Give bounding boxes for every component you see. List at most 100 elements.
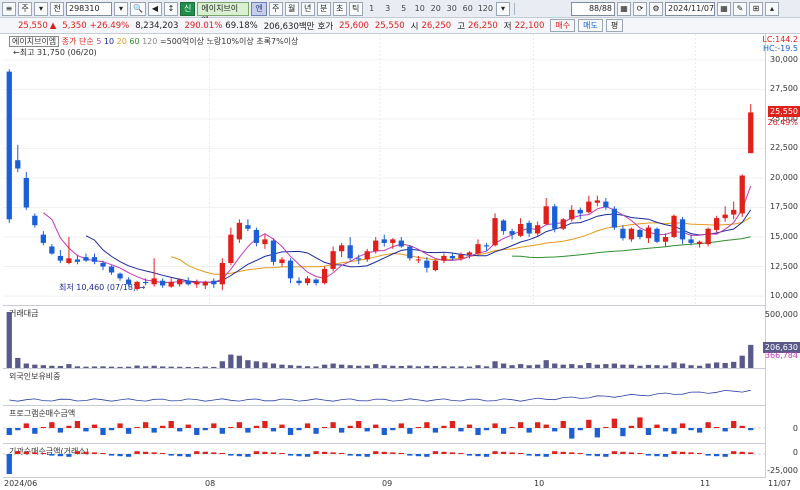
candle	[287, 258, 294, 284]
x-label-aug: 08	[205, 479, 216, 488]
candle-body	[381, 239, 387, 243]
volume-bar	[739, 355, 745, 368]
volume-bar	[671, 362, 677, 368]
period-button-minute[interactable]: 분	[316, 1, 331, 16]
price-tick-label: 12,500	[770, 261, 798, 271]
price-pane[interactable]: 에이치브이엠 종가 단순 5 10 20 60 120 =500억이상 노랑10…	[3, 34, 765, 306]
interval-button-20[interactable]: 20	[429, 2, 443, 15]
interval-dropdown-button[interactable]: ▾	[496, 1, 510, 16]
volume-chart[interactable]	[3, 306, 765, 369]
prev-stock-button[interactable]: 전	[50, 1, 64, 16]
scroll-up-icon[interactable]: ▴	[765, 1, 779, 16]
candle-body	[108, 266, 115, 273]
interval-button-1[interactable]: 1	[365, 2, 379, 15]
eval-button[interactable]: 평	[605, 19, 624, 32]
foreign-ownership-chart[interactable]	[3, 369, 765, 406]
last-price-tag: 25,550	[768, 106, 800, 118]
refresh-icon[interactable]: ⟳	[633, 1, 647, 16]
institution-bar	[202, 451, 208, 454]
candle-body	[475, 244, 481, 254]
volume-bar	[32, 364, 38, 368]
program-pane[interactable]: 프로그램순매수금액	[3, 406, 765, 444]
institution-bar	[535, 454, 541, 457]
program-bar	[492, 423, 498, 428]
volume-bar	[245, 360, 251, 368]
chart-mode-select[interactable]: 주	[18, 1, 32, 16]
program-bar	[177, 428, 183, 432]
volume-bar	[552, 363, 558, 368]
menu-icon[interactable]: ≡	[2, 1, 16, 16]
code-dropdown-button[interactable]: ▾	[114, 1, 128, 16]
period-button-month[interactable]: 월	[284, 1, 299, 16]
page-count-field[interactable]: 88/88	[571, 1, 615, 16]
institution-pane[interactable]: 기관순매수금액(거래소)	[3, 444, 765, 478]
interval-button-10[interactable]: 10	[413, 2, 427, 15]
settings-icon[interactable]: ✎	[733, 1, 747, 16]
volume-bar	[620, 364, 626, 368]
institution-bar	[142, 451, 149, 454]
candle	[739, 174, 745, 217]
candle	[15, 144, 21, 173]
sell-button[interactable]: 매도	[578, 19, 603, 32]
interval-button-3[interactable]: 3	[381, 2, 395, 15]
interval-button-60[interactable]: 60	[461, 2, 475, 15]
program-bar	[296, 428, 302, 431]
candle-body	[142, 281, 149, 284]
date-input[interactable]: 2024/11/07	[665, 1, 715, 16]
interval-button-5[interactable]: 5	[397, 2, 411, 15]
institution-bar	[6, 454, 12, 474]
institution-bar	[57, 454, 64, 457]
stock-name-field[interactable]: 에이치브이엠	[197, 1, 250, 25]
candle-body	[373, 240, 379, 252]
candle	[270, 238, 277, 266]
x-label-oct: 10	[534, 479, 545, 488]
program-bar	[526, 428, 532, 433]
candle-body	[151, 278, 157, 285]
market-badge: 엔	[251, 1, 267, 16]
candle-body	[83, 257, 89, 261]
program-bar	[66, 425, 72, 428]
table-view-icon[interactable]: ▦	[617, 1, 631, 16]
institution-low-label: -25,000	[767, 466, 798, 475]
search-icon[interactable]: 🔍	[130, 1, 146, 16]
interval-button-30[interactable]: 30	[445, 2, 459, 15]
institution-chart[interactable]	[3, 444, 765, 478]
period-button-second[interactable]: 초	[332, 1, 347, 16]
speaker-icon[interactable]: ◀	[147, 1, 162, 16]
volume-pane[interactable]: 거래대금	[3, 306, 765, 369]
program-bar	[321, 427, 328, 428]
period-button-year[interactable]: 년	[300, 1, 315, 16]
volume-value: 8,234,203	[135, 20, 179, 31]
candlestick-chart[interactable]	[3, 34, 765, 306]
institution-bar	[739, 451, 745, 454]
up-down-icon[interactable]: ↕	[163, 1, 178, 16]
candle-body	[177, 279, 183, 285]
volume-bar	[543, 360, 549, 368]
candle-body	[688, 239, 694, 243]
dropdown-arrow-icon[interactable]: ▾	[34, 1, 48, 16]
program-bar	[543, 424, 549, 428]
calendar-icon[interactable]: ▦	[717, 1, 731, 16]
grid-icon[interactable]: ⊞	[749, 1, 763, 16]
institution-bar	[552, 451, 558, 454]
stock-code-input[interactable]: 298310	[66, 1, 112, 16]
volume-bar	[108, 366, 115, 368]
program-bar	[458, 428, 464, 432]
foreign-pane[interactable]: 외국인보유비중	[3, 369, 765, 406]
period-button-tick[interactable]: 틱	[348, 1, 363, 16]
candle	[108, 265, 115, 275]
program-bar	[500, 428, 507, 434]
volume-bar	[407, 365, 413, 368]
gear-icon[interactable]: ⚙	[649, 1, 663, 16]
volume-bar	[270, 363, 277, 368]
institution-bar	[160, 453, 166, 454]
period-button-week[interactable]: 주	[268, 1, 283, 16]
volume-bar	[560, 364, 566, 368]
interval-button-120[interactable]: 120	[477, 2, 494, 15]
volume-bar	[696, 365, 703, 368]
high-label: 고	[457, 21, 466, 32]
institution-bar	[134, 451, 140, 454]
program-trading-chart[interactable]	[3, 406, 765, 444]
buy-button[interactable]: 매수	[550, 19, 576, 32]
price-change: 5,350	[62, 20, 87, 31]
